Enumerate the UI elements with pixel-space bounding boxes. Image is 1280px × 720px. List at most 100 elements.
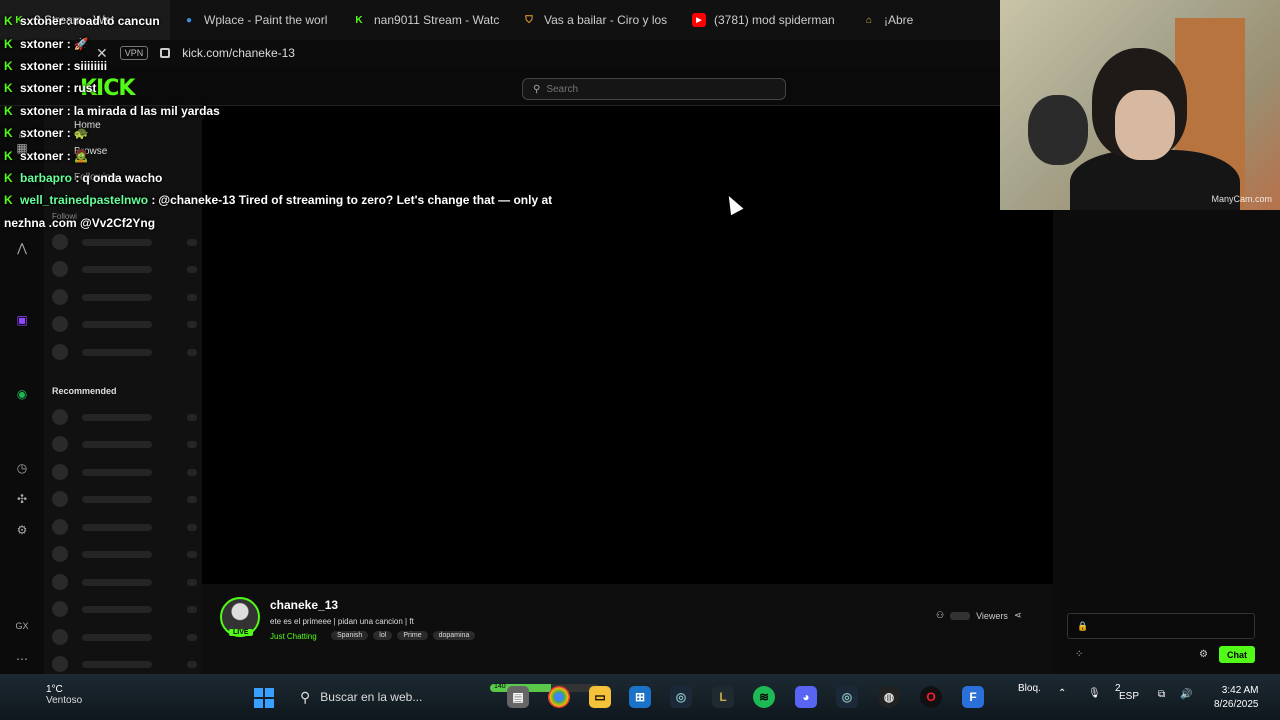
- caps-lock-indicator: Bloq.: [1018, 683, 1041, 694]
- viewers-label: Viewers: [976, 610, 1008, 621]
- stream-tags: Spanish lol Prime dopamina: [331, 631, 476, 640]
- kick-icon: K: [4, 14, 13, 29]
- chat-send-button[interactable]: Chat: [1219, 646, 1255, 663]
- volume-icon[interactable]: 🔊: [1180, 689, 1192, 700]
- gx-icon[interactable]: GX: [14, 618, 30, 634]
- windows-start-icon[interactable]: [254, 688, 274, 708]
- chat-username: well_trainedpastelnwo: [20, 193, 149, 208]
- history-icon[interactable]: ◷: [14, 460, 30, 476]
- list-item-skeleton[interactable]: [52, 409, 197, 425]
- chat-text: 🚀: [73, 36, 89, 51]
- taskbar-search-text: Buscar en la web...: [320, 690, 423, 704]
- more-icon[interactable]: ⋯: [14, 651, 30, 667]
- mic-icon[interactable]: 🎙: [1088, 688, 1101, 699]
- kick-rail-icon[interactable]: ⋀: [14, 240, 30, 256]
- chat-separator: :: [63, 81, 71, 96]
- list-item-skeleton[interactable]: [52, 289, 197, 305]
- discord-icon[interactable]: ◕: [795, 686, 817, 708]
- chat-message: Ksxtoner : la mirada d las mil yardas: [0, 100, 600, 122]
- weather-widget[interactable]: 1°C Ventoso: [28, 684, 82, 706]
- list-item-skeleton[interactable]: [52, 464, 197, 480]
- chat-separator: :: [63, 103, 71, 118]
- stream-title: ete es el primeee | pidan una cancion | …: [270, 617, 414, 626]
- kick-icon: K: [4, 103, 13, 118]
- tag-chip[interactable]: Spanish: [331, 631, 369, 640]
- kick-icon: K: [4, 126, 13, 141]
- list-item-skeleton[interactable]: [52, 234, 197, 250]
- chat-separator: :: [63, 58, 71, 73]
- chat-username: sxtoner: [20, 103, 64, 118]
- chat-text: q onda wacho: [82, 170, 163, 185]
- chat-username: sxtoner: [20, 14, 64, 29]
- streamer-face: [1115, 90, 1175, 160]
- fortnite-icon[interactable]: F: [962, 686, 984, 708]
- youtube-icon: ▶: [692, 13, 706, 27]
- chat-username: sxtoner: [20, 36, 64, 51]
- share-icon[interactable]: ⋖: [1014, 610, 1022, 621]
- spotify-icon[interactable]: ◉: [14, 386, 30, 402]
- list-item-skeleton[interactable]: [52, 436, 197, 452]
- progress-label: 140: [494, 683, 506, 690]
- store-icon[interactable]: ⊞: [629, 686, 651, 708]
- obs-icon[interactable]: ◍: [878, 686, 900, 708]
- chat-separator: :: [63, 148, 71, 163]
- list-item-skeleton[interactable]: [52, 261, 197, 277]
- list-item-skeleton[interactable]: [52, 656, 197, 672]
- manycam-watermark: ManyCam.com: [1211, 194, 1272, 204]
- chat-text: 🐢: [73, 126, 89, 141]
- folder-icon[interactable]: ▭: [589, 686, 611, 708]
- tag-chip[interactable]: Prime: [397, 631, 428, 640]
- chat-message: Ksxtoner : 🐢: [0, 122, 600, 144]
- list-item-skeleton[interactable]: [52, 519, 197, 535]
- channel-name[interactable]: chaneke_13: [270, 598, 338, 612]
- list-item-skeleton[interactable]: [52, 491, 197, 507]
- viewer-number-blurred: [950, 611, 971, 620]
- stream-category[interactable]: Just Chatting: [270, 632, 317, 641]
- kick-icon: K: [4, 193, 13, 208]
- chat-username: sxtoner: [20, 126, 64, 141]
- settings-icon[interactable]: ⚙: [14, 522, 30, 538]
- chat-text: rust: [73, 81, 97, 96]
- spotify-icon[interactable]: ≋: [753, 686, 775, 708]
- list-item-skeleton[interactable]: [52, 316, 197, 332]
- chat-text: road to cancun: [73, 14, 160, 29]
- chat-settings-icon[interactable]: ⁘: [1075, 649, 1083, 660]
- background-person: [1028, 95, 1088, 165]
- steam-icon[interactable]: ◎: [670, 686, 692, 708]
- chrome-icon[interactable]: [548, 686, 570, 708]
- opera-gx-icon[interactable]: O: [920, 686, 942, 708]
- chevron-up-icon[interactable]: ⌃: [1058, 688, 1066, 699]
- chat-username: sxtoner: [20, 58, 64, 73]
- viewer-count: ⚇ Viewers ⋖: [936, 610, 1021, 621]
- viewers-icon: ⚇: [936, 610, 945, 620]
- chat-separator: :: [72, 170, 80, 185]
- list-item-skeleton[interactable]: [52, 546, 197, 562]
- kick-icon: K: [4, 58, 13, 73]
- gear-icon[interactable]: ⚙: [1199, 649, 1208, 660]
- chat-message: Ksxtoner : siiiiiiii: [0, 55, 600, 77]
- lol-icon[interactable]: L: [712, 686, 734, 708]
- search-icon: ⚲: [300, 688, 311, 705]
- chat-text: @chaneke-13 Tired of streaming to zero? …: [158, 193, 553, 208]
- chat-message: Ksxtoner : rust: [0, 77, 600, 99]
- steam-icon[interactable]: ◎: [836, 686, 858, 708]
- taskbar-clock[interactable]: 3:42 AM 8/26/2025: [1214, 684, 1259, 712]
- chat-separator: :: [148, 193, 156, 208]
- file-icon[interactable]: ▤: [507, 686, 529, 708]
- chat-input[interactable]: 🔒: [1067, 613, 1255, 639]
- list-item-skeleton[interactable]: [52, 629, 197, 645]
- extensions-icon[interactable]: ✣: [14, 491, 30, 507]
- list-item-skeleton[interactable]: [52, 574, 197, 590]
- list-item-skeleton[interactable]: [52, 601, 197, 617]
- tag-chip[interactable]: lol: [373, 631, 393, 640]
- clock-time: 3:42 AM: [1221, 685, 1259, 696]
- language-indicator[interactable]: ESP: [1119, 691, 1139, 702]
- tab-youtube[interactable]: ▶ (3781) mod spiderman: [680, 0, 850, 40]
- list-item-skeleton[interactable]: [52, 344, 197, 360]
- chat-username: sxtoner: [20, 81, 64, 96]
- tab-abre[interactable]: ⌂ ¡Abre: [850, 0, 930, 40]
- chat-text: nezhna .com @Vv2Cf2Yng: [4, 215, 156, 230]
- twitch-icon[interactable]: ▣: [14, 312, 30, 328]
- tag-chip[interactable]: dopamina: [432, 631, 476, 640]
- network-icon[interactable]: ⧉: [1158, 689, 1165, 700]
